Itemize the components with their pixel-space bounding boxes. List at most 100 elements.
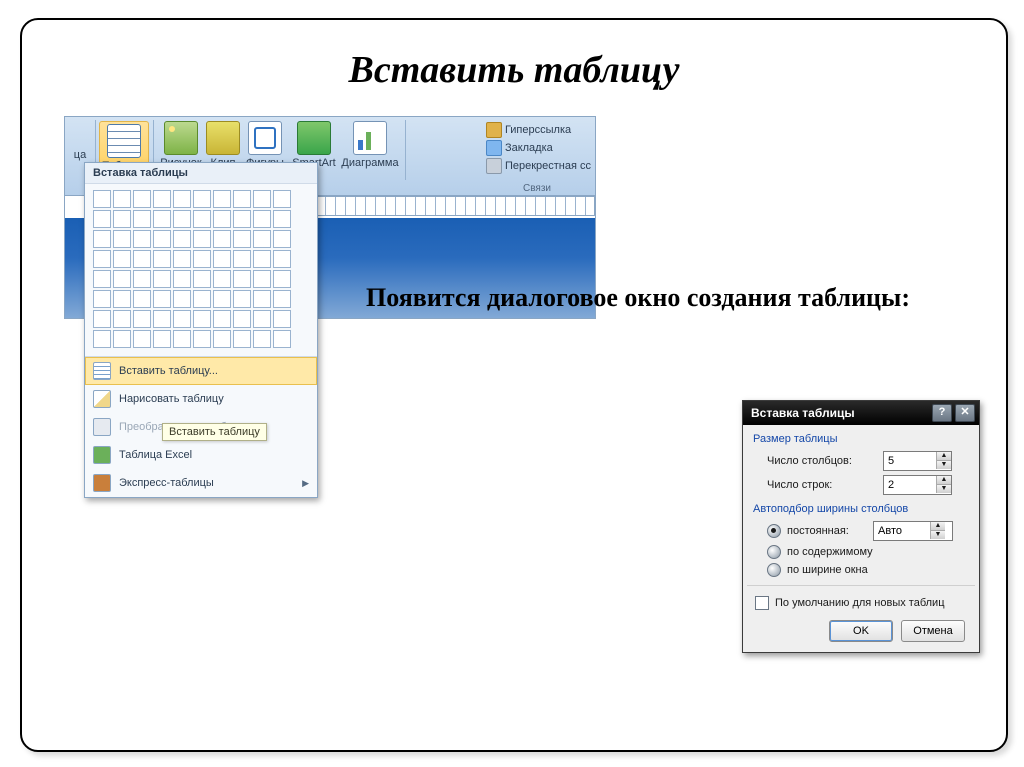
grid-cell[interactable]: [253, 330, 271, 348]
grid-cell[interactable]: [113, 290, 131, 308]
grid-cell[interactable]: [93, 210, 111, 228]
grid-cell[interactable]: [213, 190, 231, 208]
grid-cell[interactable]: [213, 330, 231, 348]
radio-window[interactable]: [767, 563, 781, 577]
grid-cell[interactable]: [193, 270, 211, 288]
rows-spinner[interactable]: ▲▼: [883, 475, 952, 495]
grid-cell[interactable]: [153, 290, 171, 308]
grid-cell[interactable]: [93, 290, 111, 308]
grid-cell[interactable]: [173, 230, 191, 248]
grid-cell[interactable]: [193, 330, 211, 348]
menu-insert-table[interactable]: Вставить таблицу...: [85, 357, 317, 385]
help-button[interactable]: ?: [932, 404, 952, 422]
grid-cell[interactable]: [273, 250, 291, 268]
remember-checkbox[interactable]: [755, 596, 769, 610]
ok-button[interactable]: OK: [829, 620, 893, 642]
menu-express-tables[interactable]: Экспресс-таблицы ▶: [85, 469, 317, 497]
grid-cell[interactable]: [193, 190, 211, 208]
grid-cell[interactable]: [193, 290, 211, 308]
fixed-up[interactable]: ▲: [930, 522, 945, 530]
rows-down[interactable]: ▼: [936, 484, 951, 493]
grid-cell[interactable]: [93, 330, 111, 348]
fixed-down[interactable]: ▼: [930, 530, 945, 539]
grid-cell[interactable]: [93, 270, 111, 288]
grid-cell[interactable]: [113, 310, 131, 328]
ribbon-chart-button[interactable]: Диаграмма: [341, 121, 399, 169]
grid-cell[interactable]: [253, 210, 271, 228]
grid-cell[interactable]: [253, 230, 271, 248]
grid-cell[interactable]: [173, 190, 191, 208]
grid-cell[interactable]: [193, 210, 211, 228]
grid-cell[interactable]: [113, 270, 131, 288]
grid-cell[interactable]: [113, 330, 131, 348]
grid-cell[interactable]: [133, 190, 151, 208]
grid-cell[interactable]: [153, 330, 171, 348]
grid-cell[interactable]: [233, 270, 251, 288]
grid-cell[interactable]: [233, 290, 251, 308]
grid-cell[interactable]: [233, 210, 251, 228]
grid-cell[interactable]: [253, 290, 271, 308]
radio-fixed[interactable]: [767, 524, 781, 538]
grid-cell[interactable]: [153, 210, 171, 228]
rows-input[interactable]: [884, 476, 936, 494]
grid-cell[interactable]: [233, 310, 251, 328]
grid-cell[interactable]: [193, 230, 211, 248]
grid-cell[interactable]: [153, 250, 171, 268]
menu-excel-table[interactable]: Таблица Excel: [85, 441, 317, 469]
ribbon-bookmark[interactable]: Закладка: [486, 139, 591, 157]
grid-cell[interactable]: [213, 270, 231, 288]
grid-cell[interactable]: [173, 270, 191, 288]
fixed-width-spinner[interactable]: ▲▼: [873, 521, 953, 541]
grid-cell[interactable]: [173, 330, 191, 348]
grid-cell[interactable]: [133, 310, 151, 328]
radio-content[interactable]: [767, 545, 781, 559]
grid-cell[interactable]: [273, 190, 291, 208]
grid-cell[interactable]: [153, 190, 171, 208]
grid-cell[interactable]: [173, 290, 191, 308]
ribbon-crossref[interactable]: Перекрестная сс: [486, 157, 591, 175]
grid-cell[interactable]: [173, 250, 191, 268]
grid-cell[interactable]: [273, 290, 291, 308]
close-button[interactable]: ✕: [955, 404, 975, 422]
columns-input[interactable]: [884, 452, 936, 470]
table-grid-picker[interactable]: [85, 184, 317, 356]
grid-cell[interactable]: [113, 230, 131, 248]
grid-cell[interactable]: [213, 250, 231, 268]
grid-cell[interactable]: [273, 230, 291, 248]
grid-cell[interactable]: [273, 330, 291, 348]
cancel-button[interactable]: Отмена: [901, 620, 965, 642]
grid-cell[interactable]: [193, 250, 211, 268]
grid-cell[interactable]: [93, 190, 111, 208]
menu-draw-table[interactable]: Нарисовать таблицу: [85, 385, 317, 413]
grid-cell[interactable]: [173, 310, 191, 328]
grid-cell[interactable]: [93, 250, 111, 268]
grid-cell[interactable]: [233, 230, 251, 248]
grid-cell[interactable]: [233, 190, 251, 208]
grid-cell[interactable]: [93, 230, 111, 248]
grid-cell[interactable]: [113, 250, 131, 268]
ribbon-hyperlink[interactable]: Гиперссылка: [486, 121, 591, 139]
fixed-width-input[interactable]: [874, 522, 930, 540]
grid-cell[interactable]: [273, 310, 291, 328]
grid-cell[interactable]: [153, 310, 171, 328]
grid-cell[interactable]: [153, 230, 171, 248]
grid-cell[interactable]: [213, 230, 231, 248]
grid-cell[interactable]: [253, 250, 271, 268]
columns-down[interactable]: ▼: [936, 460, 951, 469]
grid-cell[interactable]: [133, 210, 151, 228]
grid-cell[interactable]: [253, 190, 271, 208]
grid-cell[interactable]: [193, 310, 211, 328]
grid-cell[interactable]: [173, 210, 191, 228]
grid-cell[interactable]: [213, 290, 231, 308]
grid-cell[interactable]: [113, 210, 131, 228]
rows-up[interactable]: ▲: [936, 476, 951, 484]
grid-cell[interactable]: [133, 290, 151, 308]
columns-spinner[interactable]: ▲▼: [883, 451, 952, 471]
grid-cell[interactable]: [133, 230, 151, 248]
grid-cell[interactable]: [273, 270, 291, 288]
grid-cell[interactable]: [153, 270, 171, 288]
grid-cell[interactable]: [273, 210, 291, 228]
grid-cell[interactable]: [133, 330, 151, 348]
grid-cell[interactable]: [233, 250, 251, 268]
grid-cell[interactable]: [113, 190, 131, 208]
